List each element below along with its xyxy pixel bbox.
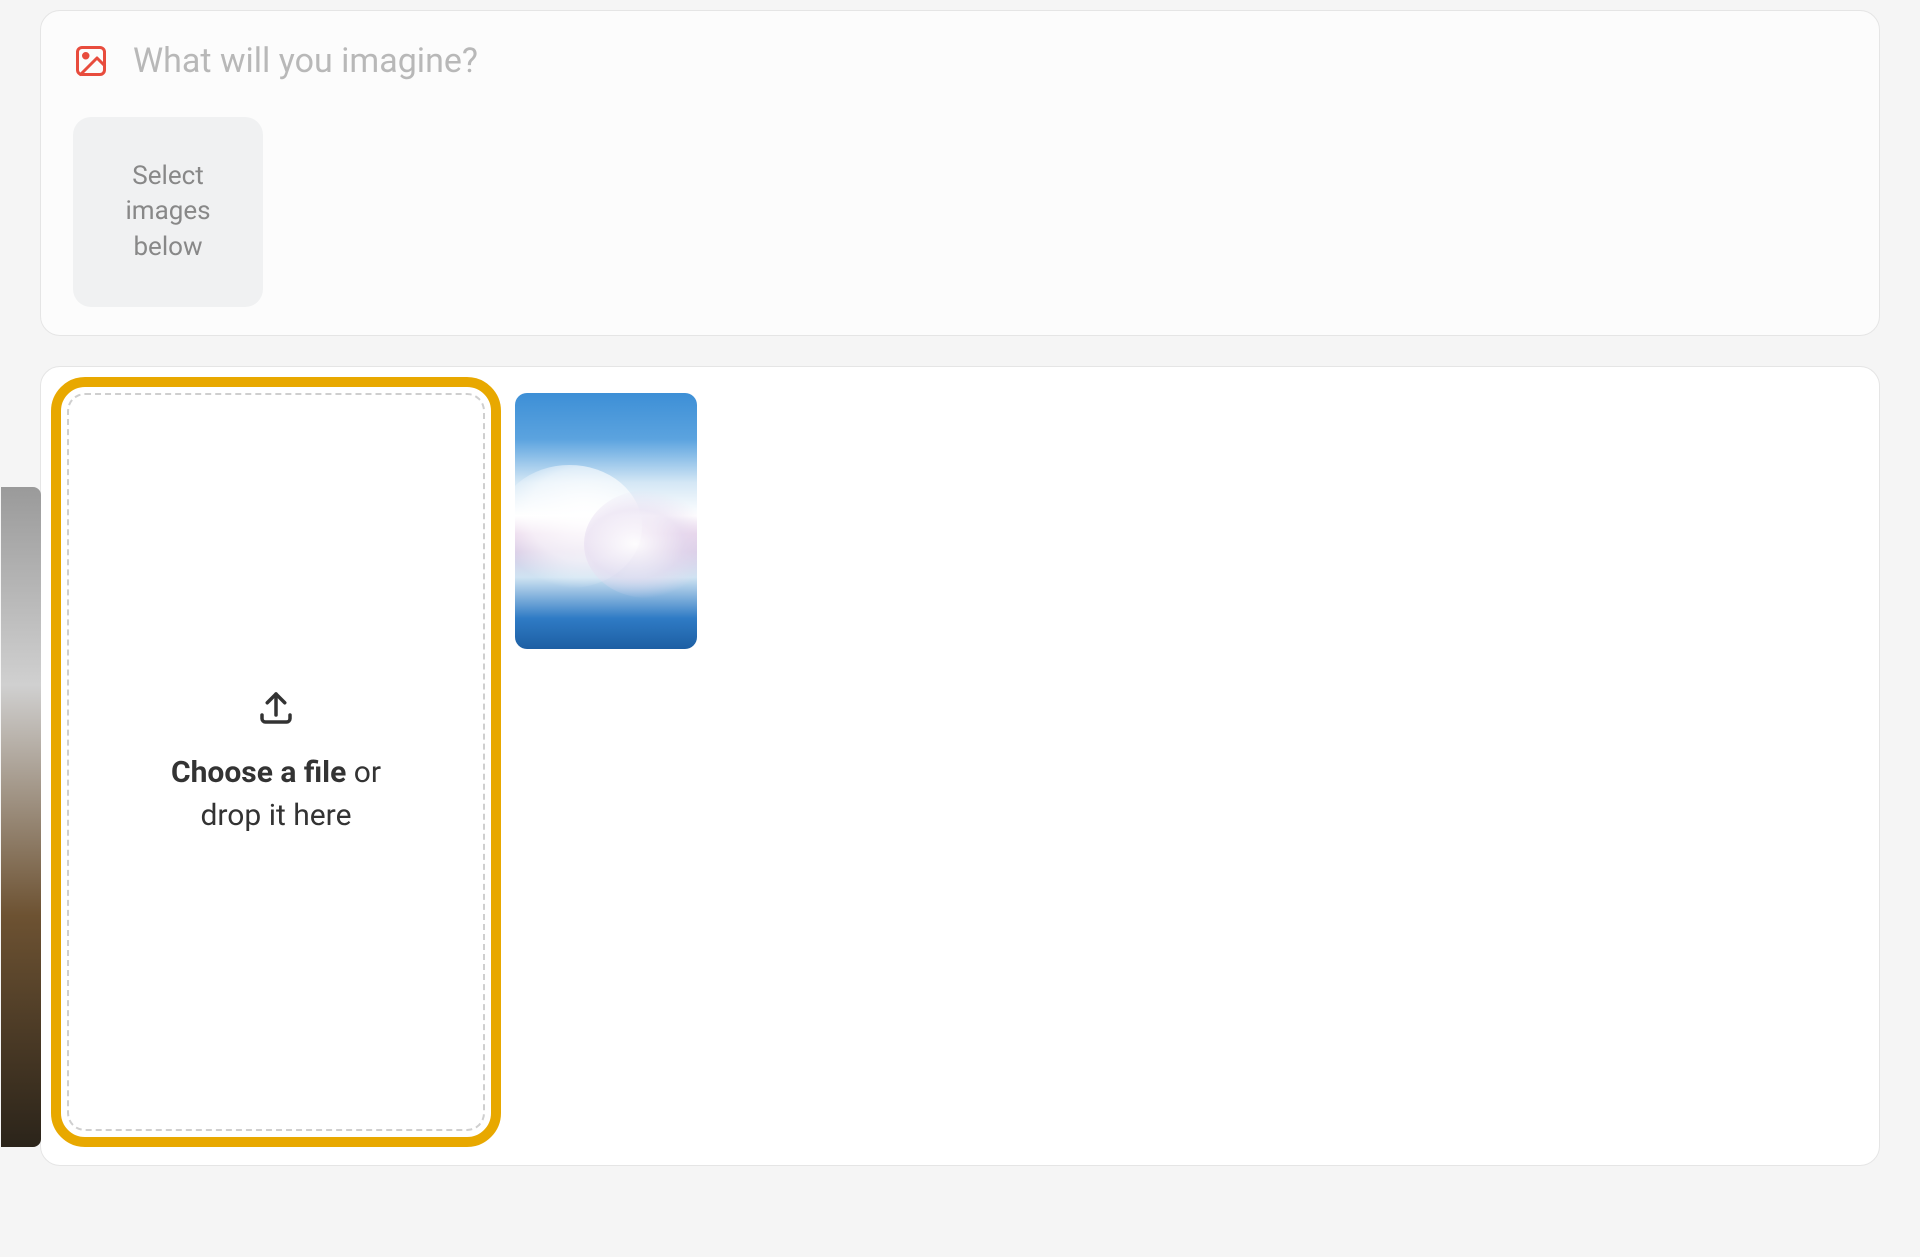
upload-icon [255,687,297,729]
prompt-input[interactable] [133,41,1847,81]
select-chip-line1: Select [132,161,203,191]
dropzone-rest1: or [346,755,381,790]
image-icon [73,43,109,79]
select-images-chip[interactable]: Select images below [73,117,263,307]
dropzone-rest2: drop it here [201,798,352,833]
prompt-panel: Select images below [40,10,1880,336]
previous-image-edge[interactable] [1,487,41,1147]
dropzone-highlight: Choose a file or drop it here [51,377,501,1147]
prompt-row [73,41,1847,81]
select-images-label: Select images below [125,159,210,264]
select-chip-line3: below [133,232,202,262]
gallery-panel: Choose a file or drop it here [40,366,1880,1166]
sky-clouds-thumbnail[interactable] [515,393,697,649]
select-chip-line2: images [125,196,210,226]
file-dropzone[interactable]: Choose a file or drop it here [67,393,485,1131]
dropzone-text: Choose a file or drop it here [171,751,381,838]
dropzone-bold: Choose a file [171,755,346,790]
